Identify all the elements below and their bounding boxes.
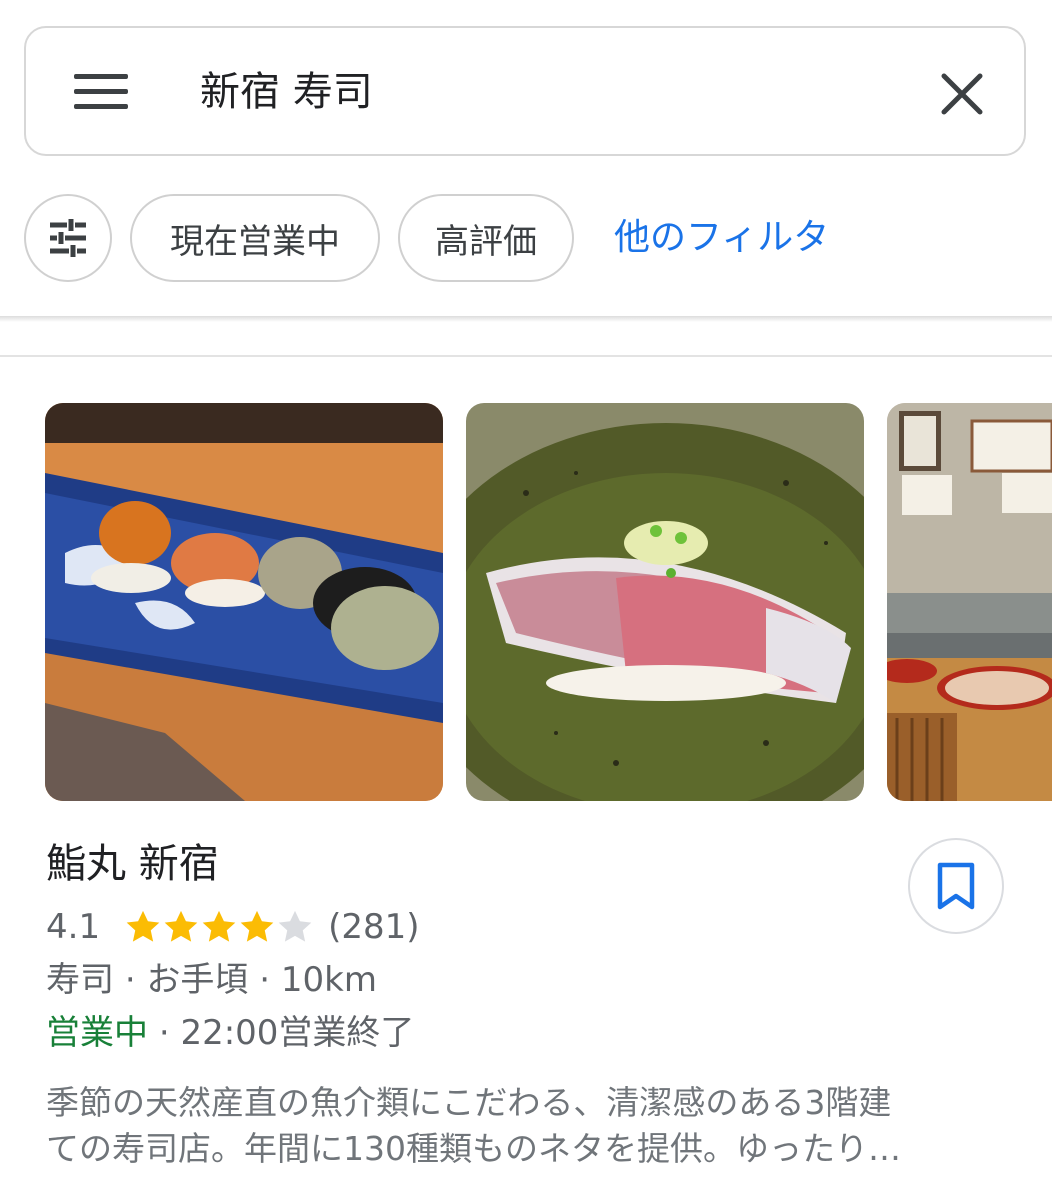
star-rating (124, 908, 314, 946)
star-filled-icon (202, 910, 236, 942)
review-count[interactable]: (281) (328, 907, 419, 947)
open-status: 営業中 (46, 1013, 148, 1053)
chip-open-now[interactable]: 現在営業中 (130, 194, 380, 282)
more-filters-link[interactable]: 他のフィルタ (614, 210, 829, 266)
star-filled-icon (126, 910, 160, 942)
star-empty-icon (278, 910, 312, 942)
menu-icon[interactable] (74, 74, 128, 110)
separator: · (259, 960, 271, 1000)
star-filled-icon (240, 910, 274, 942)
price-level: お手頃 (146, 960, 249, 1000)
place-name[interactable]: 鮨丸 新宿 (46, 838, 219, 890)
save-button[interactable] (908, 838, 1004, 934)
close-icon[interactable] (938, 70, 986, 118)
bookmark-icon (937, 862, 975, 910)
separator: · (158, 1013, 170, 1053)
distance-label: 10km (280, 960, 377, 1000)
separator: · (124, 960, 136, 1000)
filter-settings-button[interactable] (24, 194, 112, 282)
category-label: 寿司 (46, 960, 114, 1000)
tune-icon (50, 219, 86, 257)
description-line: ての寿司店。年間に130種類ものネタを提供。ゆったり… (46, 1129, 901, 1168)
place-meta: 寿司 · お手頃 · 10km (46, 955, 377, 1005)
rating-row: 4.1 (281) (46, 902, 420, 952)
photo-restaurant-interior[interactable] (887, 403, 1052, 801)
star-filled-icon (164, 910, 198, 942)
description-line: 季節の天然産直の魚介類にこだわる、清潔感のある3階建 (46, 1083, 892, 1122)
photo-sushi-platter[interactable] (45, 403, 443, 801)
header-shadow (0, 316, 1052, 322)
divider (0, 355, 1052, 357)
closing-time: 22:00営業終了 (180, 1013, 415, 1053)
hours-row: 営業中 · 22:00営業終了 (46, 1008, 414, 1058)
search-box[interactable] (24, 26, 1026, 156)
rating-value: 4.1 (46, 907, 101, 947)
photo-aji-nigiri[interactable] (466, 403, 864, 801)
place-description: 季節の天然産直の魚介類にこだわる、清潔感のある3階建 ての寿司店。年間に130種… (46, 1080, 1006, 1172)
chip-top-rated[interactable]: 高評価 (398, 194, 574, 282)
search-input[interactable]: 新宿 寿司 (200, 62, 373, 122)
